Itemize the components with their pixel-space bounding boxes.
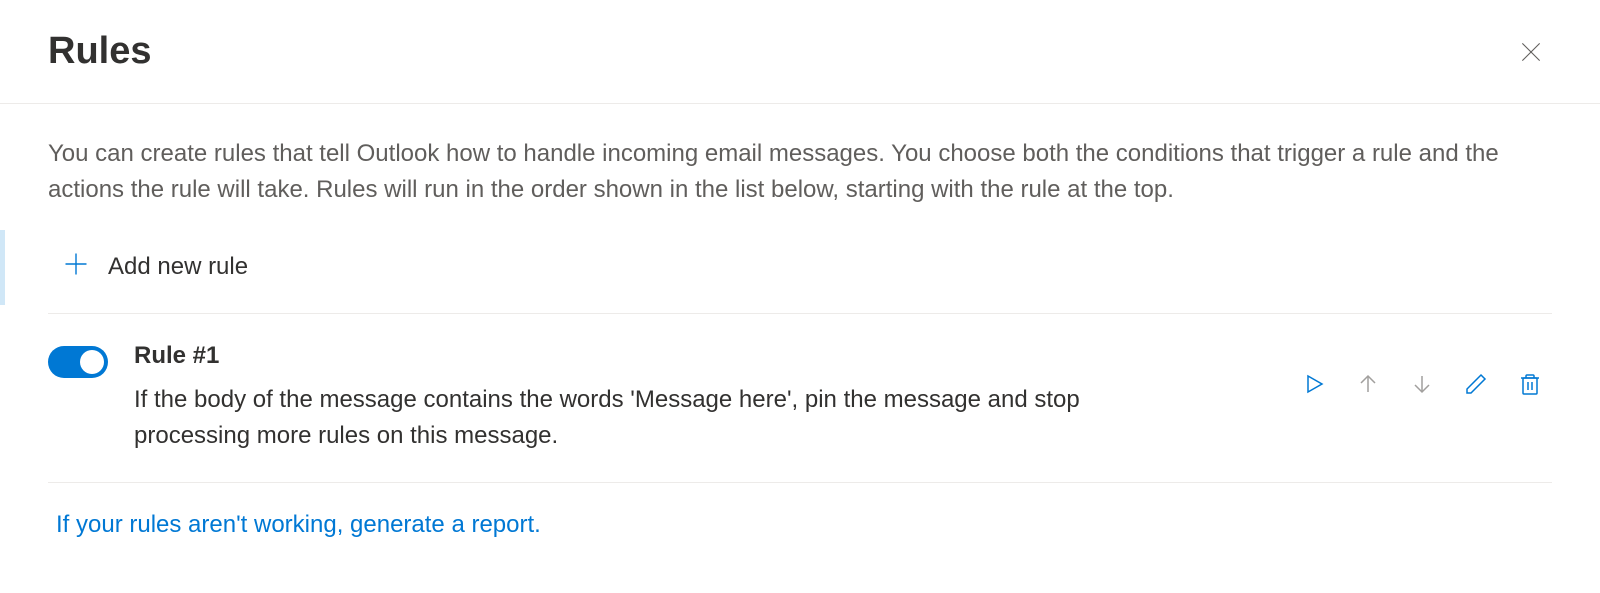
generate-report-link[interactable]: If your rules aren't working, generate a…	[48, 483, 541, 539]
rule-toggle[interactable]	[48, 346, 108, 378]
play-icon	[1302, 372, 1326, 396]
delete-rule-button[interactable]	[1518, 372, 1542, 396]
rule-item: Rule #1 If the body of the message conta…	[48, 314, 1552, 483]
rule-description: If the body of the message contains the …	[134, 382, 1134, 454]
rule-content: Rule #1 If the body of the message conta…	[134, 342, 1276, 454]
edit-rule-button[interactable]	[1464, 372, 1488, 396]
rule-title: Rule #1	[134, 342, 1276, 370]
pencil-icon	[1464, 372, 1488, 396]
run-rule-button[interactable]	[1302, 372, 1326, 396]
close-button[interactable]	[1510, 31, 1552, 73]
plus-icon	[62, 250, 90, 283]
page-title: Rules	[48, 30, 151, 73]
rules-description: You can create rules that tell Outlook h…	[48, 136, 1552, 208]
header: Rules	[0, 0, 1600, 104]
arrow-down-icon	[1410, 372, 1434, 396]
toggle-thumb	[80, 350, 104, 374]
left-accent-bar	[0, 230, 5, 305]
close-icon	[1518, 39, 1544, 65]
arrow-up-icon	[1356, 372, 1380, 396]
rule-actions	[1302, 372, 1552, 396]
trash-icon	[1518, 372, 1542, 396]
move-down-button	[1410, 372, 1434, 396]
add-rule-label: Add new rule	[108, 253, 248, 281]
content-area: You can create rules that tell Outlook h…	[0, 104, 1600, 539]
move-up-button	[1356, 372, 1380, 396]
add-new-rule-button[interactable]: Add new rule	[48, 250, 1552, 314]
